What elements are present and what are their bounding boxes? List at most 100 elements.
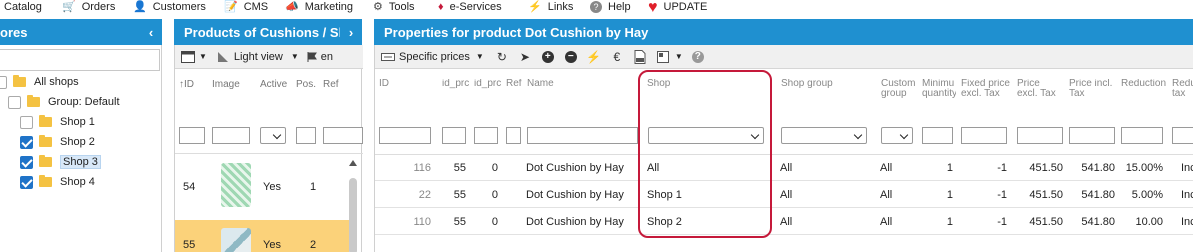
- cart-icon: 🛒: [62, 0, 76, 13]
- col-header-fixed-price[interactable]: Fixed price excl. Tax: [961, 79, 1011, 99]
- col-header-price-incl[interactable]: Price incl. Tax: [1069, 79, 1117, 99]
- menu-e-services[interactable]: ♦ e-Services: [438, 0, 502, 14]
- grid-menu-icon[interactable]: [181, 50, 195, 63]
- menu-orders[interactable]: 🛒 Orders: [62, 0, 115, 14]
- cell-id-product: 55: [453, 216, 466, 228]
- col-header-ref[interactable]: Ref: [506, 79, 522, 89]
- filter-id-product-input[interactable]: [442, 127, 466, 144]
- tree-checkbox[interactable]: [20, 115, 33, 129]
- filter-reduction-input[interactable]: [1121, 127, 1163, 144]
- table-row[interactable]: 22 55 0 Dot Cushion by Hay Shop 1 All Al…: [375, 182, 1193, 208]
- tree-checkbox[interactable]: [20, 155, 33, 169]
- product-active: Yes: [263, 239, 281, 251]
- tree-checkbox[interactable]: [8, 95, 21, 109]
- menu-links[interactable]: ⚡ Links: [528, 0, 573, 14]
- cell-price-incl: 541.80: [1081, 189, 1115, 201]
- tree-item-shop-2[interactable]: Shop 2: [20, 132, 95, 152]
- menu-cms[interactable]: 📝 CMS: [224, 0, 268, 14]
- cell-id: 116: [413, 162, 431, 174]
- filter-id-input[interactable]: [379, 127, 431, 144]
- products-scrollbar[interactable]: [348, 160, 358, 252]
- col-header-name[interactable]: Name: [527, 79, 554, 89]
- col-header-min-qty[interactable]: Minimu quantity: [922, 79, 956, 99]
- euro-icon[interactable]: €: [609, 49, 625, 65]
- specific-prices-button[interactable]: Specific prices: [381, 51, 470, 63]
- col-header-reduction[interactable]: Reduction: [1121, 79, 1166, 89]
- cell-price-excl: 451.50: [1029, 216, 1063, 228]
- tree-checkbox[interactable]: [20, 135, 33, 149]
- col-header-customer-group[interactable]: Custom group: [881, 79, 917, 99]
- filter-ref-input[interactable]: [506, 127, 521, 144]
- csv-export-icon[interactable]: [632, 49, 648, 65]
- filter-id-attribute-input[interactable]: [474, 127, 498, 144]
- scroll-up-arrow-icon[interactable]: [349, 160, 357, 166]
- filter-active-select[interactable]: [260, 127, 286, 144]
- menu-help[interactable]: ? Help: [590, 0, 631, 14]
- filter-fixed-price-input[interactable]: [961, 127, 1007, 144]
- add-icon[interactable]: +: [540, 49, 556, 65]
- menu-customers[interactable]: 👤 Customers: [133, 0, 206, 14]
- language-button[interactable]: en: [307, 51, 333, 63]
- filter-shop-group-select[interactable]: [781, 127, 867, 144]
- user-icon: 👤: [133, 0, 147, 13]
- col-header-pos[interactable]: Pos.: [296, 79, 316, 90]
- product-thumbnail: [221, 228, 251, 252]
- table-row[interactable]: 116 55 0 Dot Cushion by Hay All All All …: [375, 155, 1193, 181]
- filter-min-qty-input[interactable]: [922, 127, 953, 144]
- remove-icon[interactable]: −: [563, 49, 579, 65]
- cell-reduction-tax: Inc: [1181, 189, 1193, 201]
- filter-pos-input[interactable]: [296, 127, 316, 144]
- col-header-ref[interactable]: Ref: [323, 79, 339, 90]
- tree-item-shop-3[interactable]: Shop 3: [20, 152, 101, 172]
- filter-ref-input[interactable]: [323, 127, 363, 144]
- dropdown-caret-icon[interactable]: ▼: [476, 52, 484, 61]
- expand-chevron-icon[interactable]: ›: [340, 19, 362, 45]
- filter-price-incl-input[interactable]: [1069, 127, 1115, 144]
- col-header-reduction-tax[interactable]: Redu tax: [1172, 79, 1193, 99]
- menu-catalog[interactable]: Catalog: [4, 0, 42, 14]
- tree-item-group-default[interactable]: Group: Default: [8, 92, 120, 112]
- col-header-active[interactable]: Active: [260, 79, 287, 90]
- col-header-price-excl[interactable]: Price excl. Tax: [1017, 79, 1063, 99]
- dropdown-caret-icon[interactable]: ▼: [675, 52, 683, 61]
- filter-price-excl-input[interactable]: [1017, 127, 1063, 144]
- filter-id-input[interactable]: [179, 127, 205, 144]
- dropdown-caret-icon[interactable]: ▼: [199, 52, 207, 61]
- lightning-icon[interactable]: ⚡: [586, 49, 602, 65]
- tree-item-all-shops[interactable]: All shops: [0, 72, 79, 92]
- menu-update[interactable]: ♥ UPDATE: [648, 0, 707, 14]
- collapse-chevron-icon[interactable]: ‹: [140, 19, 162, 45]
- cell-id-attribute: 0: [491, 189, 498, 201]
- col-header-image[interactable]: Image: [212, 79, 240, 90]
- filter-name-input[interactable]: [527, 127, 638, 144]
- stores-search-input[interactable]: [0, 49, 160, 71]
- cell-price-excl: 451.50: [1029, 162, 1063, 174]
- columns-icon[interactable]: [655, 49, 671, 65]
- table-row-selected[interactable]: 55 Yes 2: [175, 220, 349, 252]
- tree-item-shop-4[interactable]: Shop 4: [20, 172, 95, 192]
- col-header-shop-group[interactable]: Shop group: [781, 79, 833, 89]
- ruler-icon: [217, 51, 228, 62]
- refresh-icon[interactable]: ↻: [494, 49, 510, 65]
- tree-item-shop-1[interactable]: Shop 1: [20, 112, 95, 132]
- dropdown-caret-icon[interactable]: ▼: [291, 52, 299, 61]
- col-header-id-product-attribute[interactable]: id_prc: [474, 79, 502, 89]
- tree-checkbox[interactable]: [20, 175, 33, 189]
- filter-customer-group-select[interactable]: [881, 127, 913, 144]
- menu-marketing[interactable]: 📣 Marketing: [285, 0, 353, 14]
- filter-reduction-tax-input[interactable]: [1172, 127, 1193, 144]
- cursor-icon[interactable]: ➤: [517, 49, 533, 65]
- cell-fixed-price: -1: [997, 162, 1007, 174]
- table-row[interactable]: 110 55 0 Dot Cushion by Hay Shop 2 All A…: [375, 209, 1193, 235]
- menu-tools[interactable]: ⚙ Tools: [373, 0, 415, 14]
- help-icon[interactable]: ?: [690, 49, 706, 65]
- col-header-id-product[interactable]: id_prc: [442, 79, 470, 89]
- table-row[interactable]: 54 Yes 1: [175, 157, 349, 219]
- tree-checkbox[interactable]: [0, 75, 7, 89]
- scroll-thumb[interactable]: [349, 178, 357, 252]
- properties-toolbar: Specific prices ▼ ↻ ➤ + − ⚡ € ▼ ?: [375, 45, 1193, 69]
- light-view-button[interactable]: Light view: [217, 51, 283, 63]
- col-header-id[interactable]: ↑ID: [179, 79, 194, 90]
- filter-image-input[interactable]: [212, 127, 250, 144]
- col-header-id[interactable]: ID: [379, 79, 389, 89]
